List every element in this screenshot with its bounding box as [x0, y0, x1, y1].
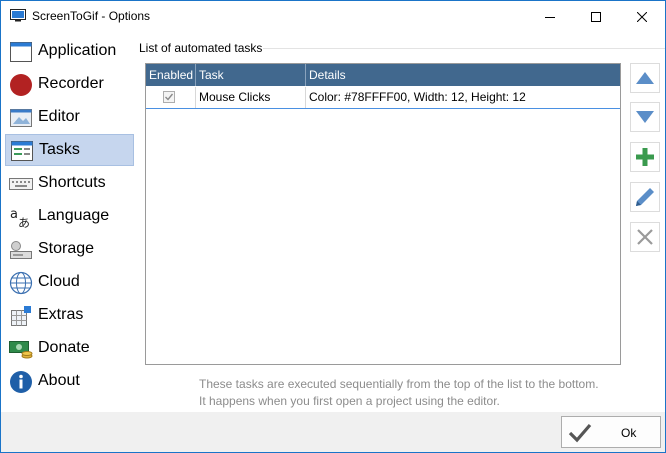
sidebar-item-label: Tasks [39, 141, 80, 158]
sidebar-item-cloud[interactable]: Cloud [5, 267, 134, 299]
move-up-button[interactable] [630, 63, 660, 93]
edit-pencil-icon [636, 188, 654, 206]
info-icon [10, 371, 32, 393]
maximize-button[interactable] [573, 1, 619, 32]
language-icon: a あ [10, 207, 30, 229]
tasks-group-label: List of automated tasks [139, 41, 267, 55]
move-down-icon [636, 111, 654, 123]
close-icon [637, 11, 647, 22]
keyboard-icon [9, 178, 33, 190]
sidebar-item-shortcuts[interactable]: Shortcuts [5, 168, 134, 200]
info-text-line-1: These tasks are executed sequentially fr… [199, 377, 599, 391]
sidebar-item-label: Cloud [38, 273, 80, 290]
sidebar-item-storage[interactable]: Storage [5, 234, 134, 266]
sidebar-item-label: Shortcuts [38, 174, 106, 191]
sidebar-item-donate[interactable]: Donate [5, 333, 134, 365]
sidebar-item-about[interactable]: About [5, 366, 134, 398]
sidebar: Application Recorder Editor Tasks Shortc… [1, 32, 137, 412]
column-header-enabled[interactable]: Enabled [146, 64, 195, 86]
close-button[interactable] [619, 1, 665, 32]
group-divider [263, 48, 665, 49]
add-task-button[interactable] [630, 142, 660, 172]
sidebar-item-language[interactable]: a あ Language [5, 201, 134, 233]
storage-drive-icon [10, 241, 32, 259]
enabled-cell [146, 87, 195, 108]
window-title: ScreenToGif - Options [32, 9, 151, 23]
sidebar-item-application[interactable]: Application [5, 36, 134, 68]
enabled-checkbox[interactable] [163, 91, 175, 103]
maximize-icon [591, 11, 601, 22]
info-text-line-2: It happens when you first open a project… [199, 394, 500, 408]
application-window-icon [10, 42, 32, 62]
screentogif-app-icon [10, 9, 26, 22]
svg-text:a: a [10, 207, 18, 222]
sidebar-item-recorder[interactable]: Recorder [5, 69, 134, 101]
tasks-list-icon [11, 141, 33, 161]
edit-task-button[interactable] [630, 182, 660, 212]
checkmark-icon [568, 423, 592, 443]
add-icon [636, 148, 654, 166]
sidebar-item-label: Application [38, 42, 117, 59]
move-down-button[interactable] [630, 102, 660, 132]
remove-task-button[interactable] [630, 222, 660, 252]
sidebar-item-tasks[interactable]: Tasks [5, 134, 134, 166]
record-circle-icon [10, 74, 32, 96]
sidebar-item-label: Language [38, 207, 110, 224]
column-header-task[interactable]: Task [196, 64, 305, 86]
move-up-icon [636, 72, 654, 84]
tasks-table[interactable]: Enabled Task Details Mouse Clicks Color:… [145, 63, 621, 365]
sidebar-item-label: Donate [38, 339, 90, 356]
sidebar-item-label: About [38, 372, 80, 389]
remove-x-icon [637, 229, 653, 245]
sidebar-item-label: Recorder [38, 75, 104, 92]
sidebar-item-label: Storage [38, 240, 95, 257]
money-icon [9, 341, 33, 359]
minimize-icon [545, 16, 555, 18]
sidebar-item-label: Extras [38, 306, 84, 323]
svg-text:あ: あ [18, 216, 30, 229]
globe-icon [9, 271, 33, 295]
sidebar-item-extras[interactable]: Extras [5, 300, 134, 332]
sidebar-item-label: Editor [38, 108, 80, 125]
check-icon [165, 93, 174, 101]
column-header-details[interactable]: Details [306, 64, 620, 86]
sidebar-item-editor[interactable]: Editor [5, 102, 134, 134]
ok-button[interactable]: Ok [561, 416, 661, 448]
options-window: ScreenToGif - Options Application Record… [0, 0, 666, 453]
minimize-button[interactable] [527, 1, 573, 32]
details-cell: Color: #78FFFF00, Width: 12, Height: 12 [309, 90, 526, 104]
table-header: Enabled Task Details [146, 64, 620, 86]
editor-image-icon [10, 109, 32, 127]
title-bar[interactable]: ScreenToGif - Options [1, 1, 665, 32]
ok-button-label: Ok [621, 426, 637, 440]
extras-puzzle-icon [11, 306, 31, 326]
task-cell: Mouse Clicks [199, 90, 271, 104]
table-row[interactable]: Mouse Clicks Color: #78FFFF00, Width: 12… [146, 87, 620, 109]
